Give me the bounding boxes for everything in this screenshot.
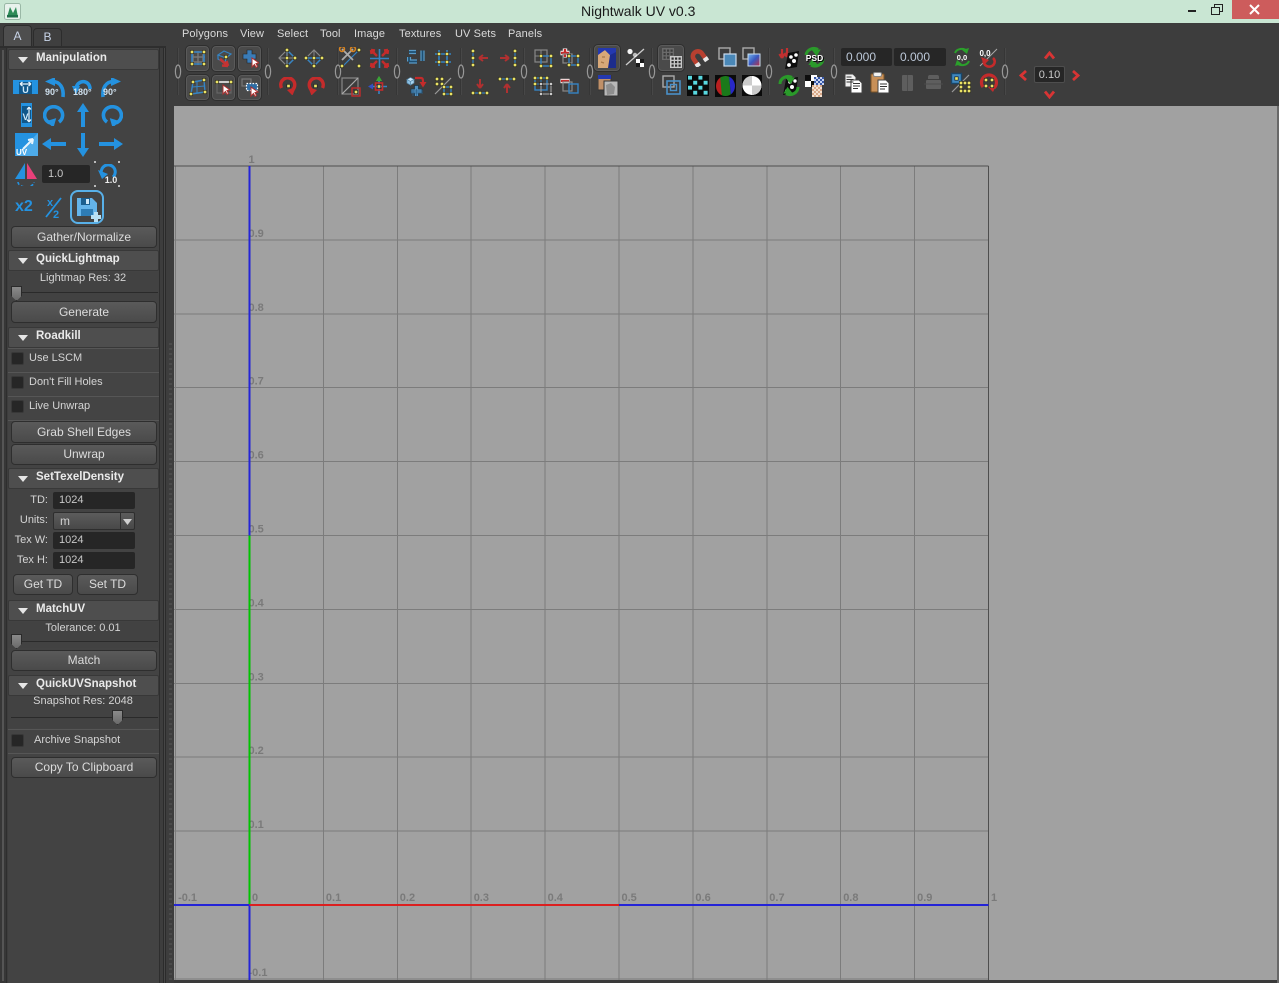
svg-text:0.1: 0.1 xyxy=(249,819,264,831)
svg-text:2: 2 xyxy=(53,209,59,219)
svg-text:1.0: 1.0 xyxy=(105,175,118,184)
svg-text:0.7: 0.7 xyxy=(769,892,784,904)
svg-text:0.1: 0.1 xyxy=(326,892,341,904)
svg-text:0.3: 0.3 xyxy=(249,671,264,683)
svg-text:0.9: 0.9 xyxy=(249,228,264,240)
svg-text:PSD: PSD xyxy=(806,53,823,63)
svg-text:-0.1: -0.1 xyxy=(249,967,268,979)
svg-text:1: 1 xyxy=(249,154,255,166)
svg-text:0.6: 0.6 xyxy=(695,892,710,904)
svg-text:0.5: 0.5 xyxy=(249,524,264,536)
svg-text:U: U xyxy=(22,85,29,94)
svg-text:0.8: 0.8 xyxy=(249,302,264,314)
svg-text:1: 1 xyxy=(991,892,997,904)
svg-text:0.8: 0.8 xyxy=(843,892,858,904)
svg-text:0.3: 0.3 xyxy=(474,892,489,904)
svg-text:0.4: 0.4 xyxy=(548,892,564,904)
svg-text:-0.1: -0.1 xyxy=(178,892,197,904)
svg-text:UV: UV xyxy=(16,148,28,156)
svg-text:0.2: 0.2 xyxy=(400,892,415,904)
svg-text:0,0: 0,0 xyxy=(957,53,967,62)
svg-text:0.6: 0.6 xyxy=(249,450,264,462)
svg-text:0.7: 0.7 xyxy=(249,376,264,388)
svg-text:0.4: 0.4 xyxy=(249,597,265,609)
svg-text:0: 0 xyxy=(252,892,258,904)
svg-text:0.5: 0.5 xyxy=(622,892,637,904)
svg-text:0.9: 0.9 xyxy=(917,892,932,904)
svg-text:0.2: 0.2 xyxy=(249,745,264,757)
